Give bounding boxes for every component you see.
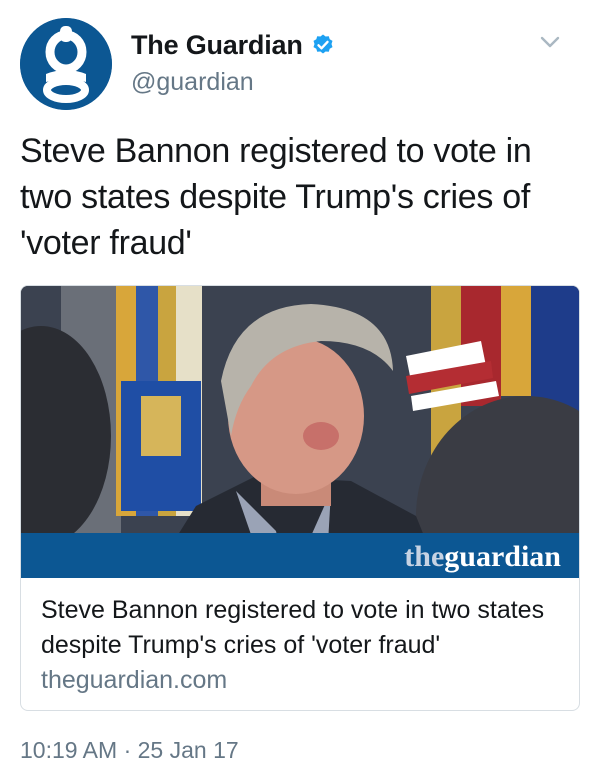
card-domain[interactable]: theguardian.com bbox=[41, 666, 227, 695]
tweet-timestamp[interactable]: 10:19 AM · 25 Jan 17 bbox=[20, 737, 239, 764]
chevron-down-icon[interactable] bbox=[536, 28, 564, 56]
card-image[interactable]: theguardian bbox=[21, 286, 579, 578]
account-name-row[interactable]: The Guardian bbox=[131, 28, 335, 62]
verified-badge-icon bbox=[311, 33, 335, 57]
account-handle[interactable]: @guardian bbox=[131, 68, 254, 97]
guardian-logo-icon bbox=[20, 18, 112, 110]
tweet-text: Steve Bannon registered to vote in two s… bbox=[20, 132, 532, 262]
svg-text:theguardian: theguardian bbox=[404, 540, 561, 573]
tweet-header: The Guardian @guardian bbox=[0, 0, 600, 110]
card-image-wordmark-the: the bbox=[404, 540, 444, 573]
account-avatar[interactable] bbox=[20, 18, 112, 110]
account-display-name[interactable]: The Guardian bbox=[131, 30, 303, 61]
link-preview-card[interactable]: theguardian Steve Bannon registered to v… bbox=[20, 285, 580, 711]
card-image-wordmark-guardian: guardian bbox=[444, 540, 561, 573]
card-title[interactable]: Steve Bannon registered to vote in two s… bbox=[41, 593, 561, 663]
